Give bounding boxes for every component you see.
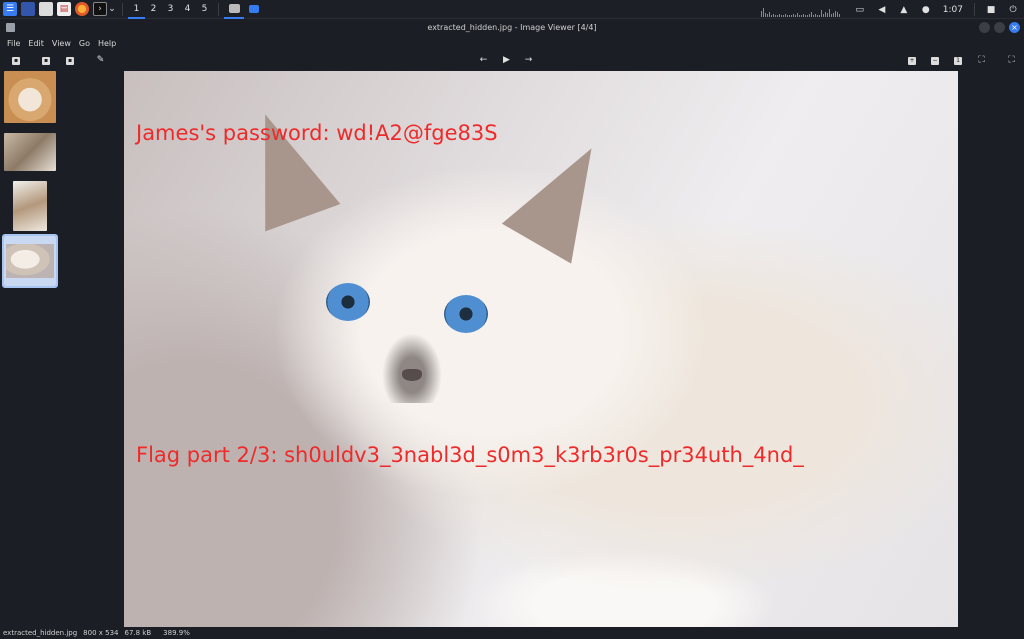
menu-view[interactable]: View (48, 39, 75, 48)
workspace-2[interactable]: 2 (145, 0, 162, 19)
panel-separator (974, 3, 975, 16)
window-controls: × (979, 22, 1020, 33)
terminal-icon[interactable]: › (93, 2, 107, 16)
menu-file[interactable]: File (3, 39, 24, 48)
close-button[interactable]: × (1009, 22, 1020, 33)
workspace-switcher: 1 2 3 4 5 (128, 0, 213, 19)
status-filename: extracted_hidden.jpg (3, 629, 78, 637)
window-task-icon (249, 5, 259, 13)
maximize-button[interactable] (994, 22, 1005, 33)
kali-menu-icon[interactable]: ☰ (3, 2, 17, 16)
thumbnail-1[interactable] (4, 71, 56, 123)
kitten-photo (124, 71, 958, 627)
logout-icon[interactable]: ⏻ (1007, 4, 1019, 16)
fullscreen-icon[interactable]: ⛶ (1006, 55, 1017, 66)
window-titlebar[interactable]: extracted_hidden.jpg - Image Viewer [4/4… (0, 19, 1024, 36)
text-editor-icon[interactable]: ▤ (57, 2, 71, 16)
zoom-out-icon[interactable]: − (931, 57, 939, 65)
play-icon[interactable]: ▶ (501, 55, 512, 66)
forward-arrow-icon[interactable]: → (523, 55, 534, 66)
menu-help[interactable]: Help (94, 39, 120, 48)
toolbar: ▪ ▪ ▪ ✎ ← ▶ → + − 1 ⛶ ⛶ (0, 51, 1024, 70)
kitten-nose (382, 333, 442, 403)
zoom-fit-icon[interactable]: 1 (954, 57, 962, 65)
chevron-down-icon[interactable]: ⌄ (108, 3, 116, 15)
menu-go[interactable]: Go (75, 39, 94, 48)
back-arrow-icon[interactable]: ← (478, 55, 489, 66)
thumbnail-2[interactable] (4, 133, 56, 171)
cpu-graph (760, 3, 841, 17)
status-size: 67.8 kB (124, 629, 152, 637)
kitten-right-eye (444, 295, 488, 333)
desktop-icon[interactable] (21, 2, 35, 16)
status-bar: extracted_hidden.jpg 800 x 534 67.8 kB 3… (0, 627, 1024, 639)
hidden-flag-text: Flag part 2/3: sh0uldv3_3nabl3d_s0m3_k3r… (136, 443, 804, 467)
open-icon[interactable]: ▪ (12, 57, 20, 65)
kitten-left-eye (326, 283, 370, 321)
workspace-4[interactable]: 4 (179, 0, 196, 19)
kitten-right-ear (501, 128, 627, 264)
files-icon[interactable] (39, 2, 53, 16)
edit-icon[interactable]: ✎ (95, 55, 106, 66)
minimize-button[interactable] (979, 22, 990, 33)
save-copy-icon[interactable]: ▪ (42, 57, 50, 65)
system-tray: ▭ ◀ ▲ ● 1:07 ■ ⏻ (760, 0, 1024, 19)
workspace-5[interactable]: 5 (196, 0, 213, 19)
notifications-icon[interactable]: ▲ (898, 4, 910, 16)
taskbar-window[interactable] (244, 0, 264, 19)
image-viewer-task-icon (228, 3, 240, 13)
zoom-100-icon[interactable]: ⛶ (976, 55, 987, 66)
window-title: extracted_hidden.jpg - Image Viewer [4/4… (427, 23, 597, 32)
panel-separator (218, 2, 219, 16)
status-zoom: 389.9% (163, 629, 190, 637)
thumbnail-3[interactable] (13, 181, 47, 231)
firefox-icon[interactable] (75, 2, 89, 16)
thumbnail-4-selected[interactable] (2, 234, 58, 288)
delete-icon[interactable]: ▪ (66, 57, 74, 65)
volume-icon[interactable]: ◀ (876, 4, 888, 16)
workspace-1[interactable]: 1 (128, 0, 145, 19)
workspace-3[interactable]: 3 (162, 0, 179, 19)
display-icon[interactable]: ▭ (854, 4, 866, 16)
power-icon[interactable]: ● (920, 4, 932, 16)
menu-edit[interactable]: Edit (24, 39, 48, 48)
status-dimensions: 800 x 534 (83, 629, 119, 637)
clock[interactable]: 1:07 (943, 5, 963, 15)
zoom-in-icon[interactable]: + (908, 57, 916, 65)
menu-bar: File Edit View Go Help (0, 36, 1024, 51)
hidden-password-text: James's password: wd!A2@fge83S (136, 121, 498, 145)
lock-icon[interactable]: ■ (985, 4, 997, 16)
thumbnail-4-image (6, 244, 54, 278)
top-panel: ☰ ▤ › ⌄ 1 2 3 4 5 ▭ ◀ ▲ ● 1:07 ■ ⏻ (0, 0, 1024, 19)
kitten-nose-tip (402, 369, 422, 381)
taskbar-image-viewer[interactable] (224, 0, 244, 19)
thumbnail-sidebar (0, 70, 60, 627)
image-canvas[interactable]: James's password: wd!A2@fge83S Flag part… (124, 71, 958, 627)
panel-separator (122, 2, 123, 16)
image-viewer-app-icon (6, 23, 15, 32)
